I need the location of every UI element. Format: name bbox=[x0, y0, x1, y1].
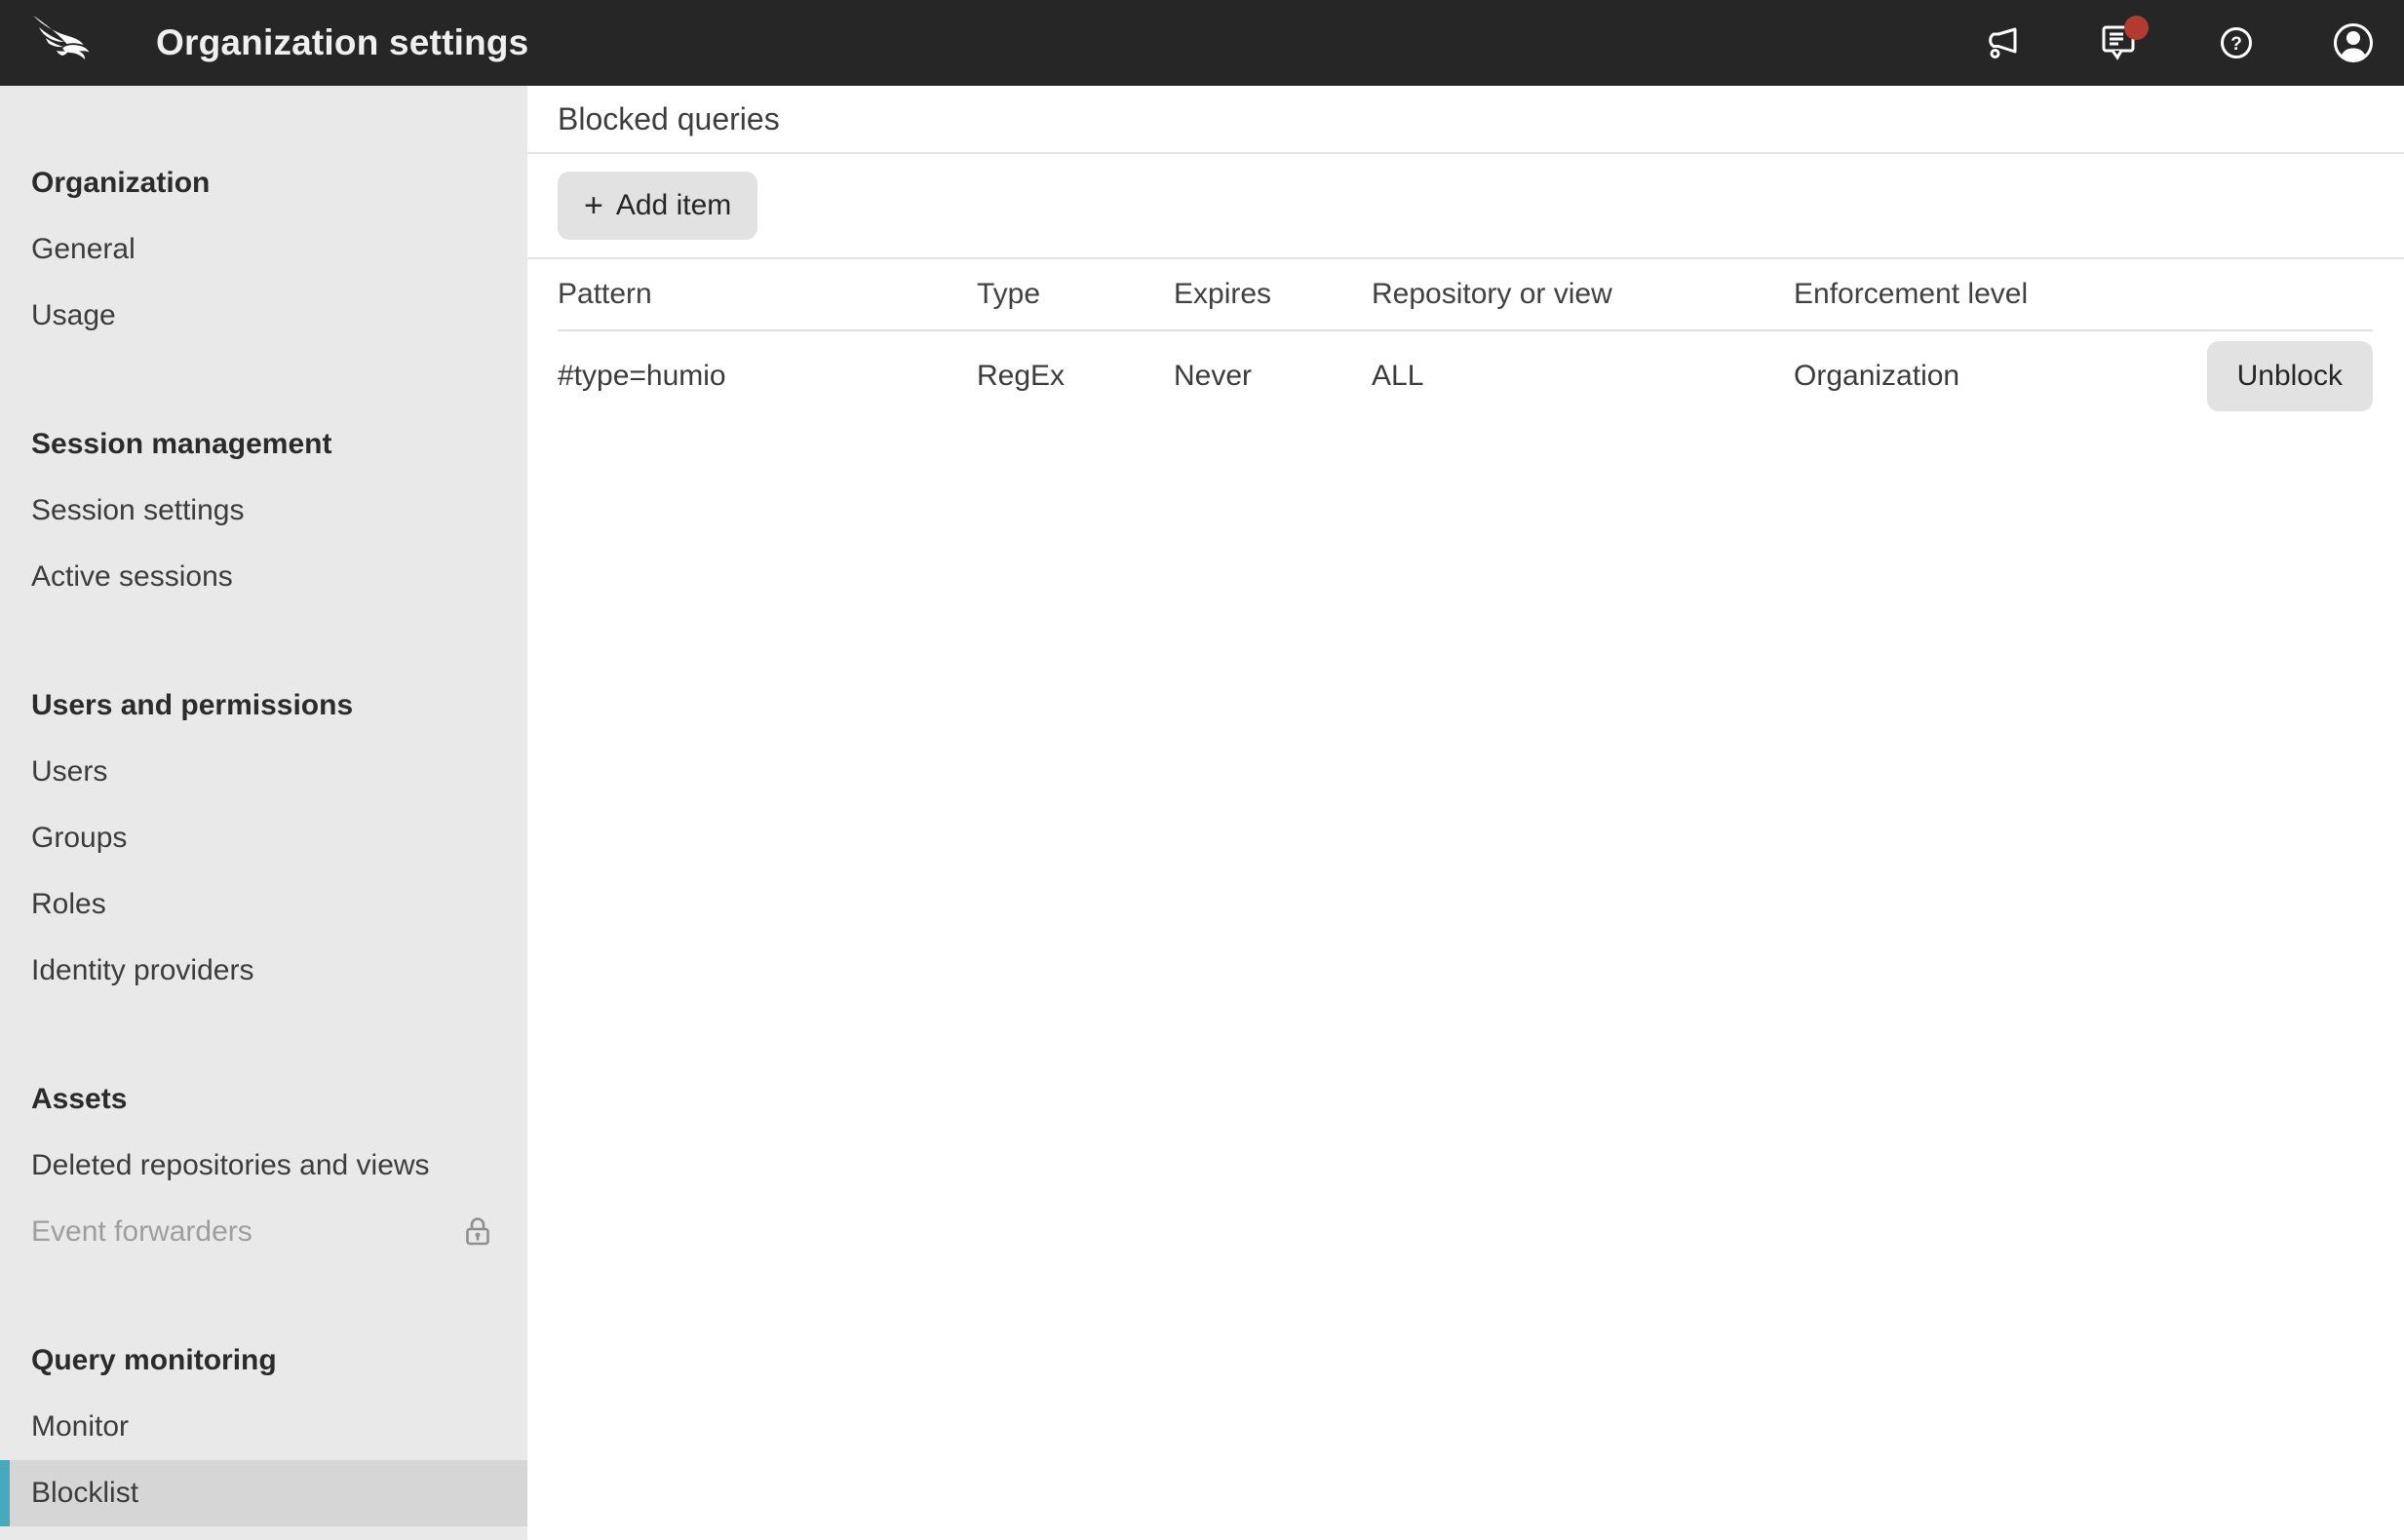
toolbar: + Add item bbox=[527, 154, 2404, 259]
sidebar-item-users[interactable]: Users bbox=[0, 739, 527, 805]
top-header-bar: Organization settings ? bbox=[0, 0, 2404, 86]
sidebar-item-blocklist[interactable]: Blocklist bbox=[0, 1460, 527, 1526]
unblock-button[interactable]: Unblock bbox=[2206, 341, 2373, 411]
lock-icon bbox=[466, 1217, 489, 1246]
question-mark-glyph: ? bbox=[2230, 34, 2242, 55]
column-header-enforcement: Enforcement level bbox=[1794, 278, 2029, 310]
sidebar-item-session-settings[interactable]: Session settings bbox=[0, 478, 527, 544]
sidebar-item-identity-providers[interactable]: Identity providers bbox=[0, 938, 527, 1004]
page-title: Blocked queries bbox=[558, 100, 780, 136]
sidebar-item-usage[interactable]: Usage bbox=[0, 283, 527, 349]
sidebar-section-assets: Assets Deleted repositories and views Ev… bbox=[0, 1066, 527, 1265]
section-title-query-monitoring: Query monitoring bbox=[31, 1344, 277, 1376]
sidebar-section-session-management: Session management Session settings Acti… bbox=[0, 411, 527, 610]
sidebar-item-deleted-repositories[interactable]: Deleted repositories and views bbox=[0, 1133, 527, 1199]
settings-sidebar: Organization General Usage Session manag… bbox=[0, 86, 527, 1540]
cell-expires: Never bbox=[1174, 360, 1253, 392]
sidebar-section-users-permissions: Users and permissions Users Groups Roles… bbox=[0, 673, 527, 1004]
column-header-type: Type bbox=[977, 278, 1041, 310]
table-header-row: Pattern Type Expires Repository or view … bbox=[558, 259, 2373, 331]
column-header-repository: Repository or view bbox=[1372, 278, 1612, 310]
column-header-expires: Expires bbox=[1174, 278, 1272, 310]
sidebar-item-general[interactable]: General bbox=[0, 216, 527, 283]
section-title-organization: Organization bbox=[31, 167, 211, 199]
cell-enforcement: Organization bbox=[1794, 360, 1960, 392]
notifications-button[interactable] bbox=[2098, 14, 2149, 72]
cell-repository: ALL bbox=[1372, 360, 1424, 392]
notification-badge bbox=[2124, 16, 2149, 40]
app-window: Organization settings ? Organization Gen… bbox=[0, 0, 2404, 1540]
help-button[interactable]: ? bbox=[2215, 14, 2258, 72]
sidebar-section-organization: Organization General Usage bbox=[0, 150, 527, 349]
header-icon-group: ? bbox=[1981, 14, 2375, 72]
section-title-assets: Assets bbox=[31, 1083, 128, 1115]
megaphone-icon bbox=[1989, 27, 2017, 58]
section-title-users-permissions: Users and permissions bbox=[31, 689, 354, 721]
sidebar-item-monitor[interactable]: Monitor bbox=[0, 1394, 527, 1460]
announcements-button[interactable] bbox=[1981, 14, 2024, 72]
blocked-queries-table: Pattern Type Expires Repository or view … bbox=[527, 259, 2404, 421]
cell-pattern: #type=humio bbox=[558, 360, 726, 392]
add-item-label: Add item bbox=[615, 189, 732, 221]
account-button[interactable] bbox=[2332, 14, 2375, 72]
sidebar-item-roles[interactable]: Roles bbox=[0, 871, 527, 938]
table-row: #type=humio RegEx Never ALL Organization… bbox=[558, 331, 2373, 421]
page-header-title: Organization settings bbox=[156, 22, 529, 62]
plus-icon: + bbox=[584, 187, 603, 224]
help-icon: ? bbox=[2221, 27, 2252, 58]
column-header-pattern: Pattern bbox=[558, 278, 652, 310]
selected-indicator bbox=[0, 1460, 10, 1526]
add-item-button[interactable]: + Add item bbox=[558, 172, 758, 240]
cell-enforcement-actions: Organization Unblock bbox=[1794, 341, 2373, 411]
page-title-block: Blocked queries bbox=[527, 86, 2404, 154]
sidebar-item-active-sessions[interactable]: Active sessions bbox=[0, 544, 527, 610]
cell-type: RegEx bbox=[977, 360, 1066, 392]
sidebar-item-groups[interactable]: Groups bbox=[0, 805, 527, 871]
sidebar-item-event-forwarders: Event forwarders bbox=[0, 1199, 527, 1265]
sidebar-section-query-monitoring: Query monitoring Monitor Blocklist bbox=[0, 1328, 527, 1526]
section-title-session-management: Session management bbox=[31, 428, 332, 460]
crowdstrike-logo-icon[interactable] bbox=[29, 14, 103, 72]
avatar-icon bbox=[2334, 23, 2373, 62]
main-content: Blocked queries + Add item Pattern Type … bbox=[527, 86, 2404, 1540]
